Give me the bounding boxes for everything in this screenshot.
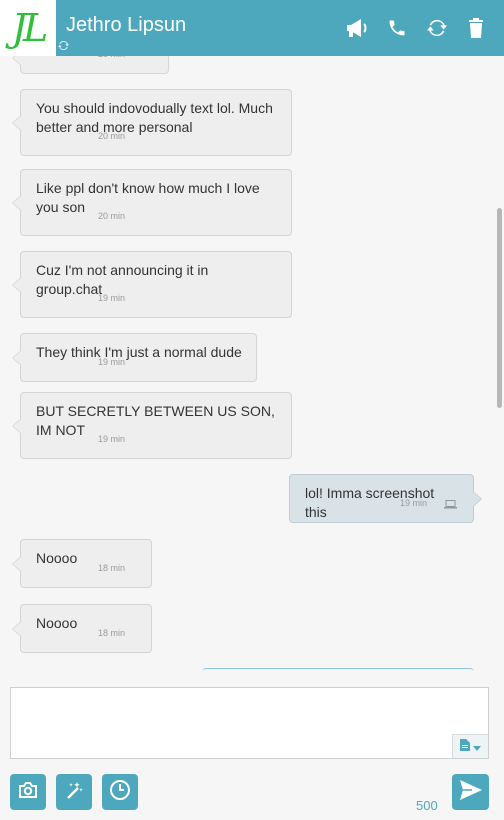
message-text: Like ppl don't know how much I love you …	[36, 180, 260, 215]
template-dropdown-button[interactable]	[452, 734, 488, 758]
message-time: 19 min	[399, 498, 427, 508]
refresh-small-icon[interactable]	[58, 40, 69, 54]
message-bubble[interactable]: Noooo 18 min	[12, 604, 152, 653]
message-time: 20 min	[98, 131, 126, 141]
message-text: BUT SECRETLY BETWEEN US SON, IM NOT	[36, 403, 275, 438]
phone-icon[interactable]	[383, 14, 411, 42]
send-icon	[459, 779, 482, 805]
message-time: 18 min	[98, 628, 126, 638]
message-bubble[interactable]: Cuz I'm not announcing it in group.chat …	[12, 251, 292, 318]
message-bubble[interactable]: Like ppl don't know how much I love you …	[12, 169, 292, 236]
compose-area: 500	[0, 670, 504, 820]
trash-icon[interactable]	[462, 14, 490, 42]
character-count: 500	[416, 798, 438, 813]
clock-icon	[109, 779, 131, 806]
message-bubble[interactable]: BUT SECRETLY BETWEEN US SON, IM NOT 19 m…	[12, 392, 292, 459]
schedule-button[interactable]	[102, 774, 138, 810]
message-text: Cuz I'm not announcing it in group.chat	[36, 262, 209, 297]
message-text: They think I'm just a normal dude	[36, 344, 242, 360]
message-thread[interactable]: 20 min You should indovodually text lol.…	[0, 56, 504, 670]
message-bubble[interactable]: You should indovodually text lol. Much b…	[12, 89, 292, 156]
message-bubble[interactable]: They think I'm just a normal dude 19 min	[12, 333, 257, 382]
message-bubble[interactable]: 20 min	[12, 56, 169, 74]
camera-icon	[18, 781, 38, 803]
avatar-initials: JL	[11, 6, 49, 50]
contact-name: Jethro Lipsun	[66, 14, 187, 36]
camera-button[interactable]	[10, 774, 46, 810]
message-time: 19 min	[98, 293, 126, 303]
avatar[interactable]: JL	[0, 0, 56, 56]
scrollbar[interactable]	[496, 56, 504, 670]
message-text: You should indovodually text lol. Much b…	[36, 100, 273, 135]
message-text: lol! Imma screenshot this	[305, 485, 435, 520]
message-time: 19 min	[98, 434, 126, 444]
send-button[interactable]	[452, 774, 489, 810]
magic-wand-button[interactable]	[56, 774, 92, 810]
message-time: 20 min	[98, 211, 126, 221]
message-bubble-outgoing[interactable]: lol! Imma screenshot this 19 min	[289, 474, 482, 523]
message-time: 18 min	[98, 563, 126, 573]
message-time: 19 min	[98, 357, 126, 367]
message-bubble[interactable]: Noooo 18 min	[12, 539, 152, 588]
message-time: 20 min	[98, 56, 125, 64]
scrollbar-thumb[interactable]	[497, 208, 502, 408]
chevron-down-icon	[473, 738, 481, 756]
laptop-icon	[444, 495, 457, 514]
document-icon	[460, 738, 470, 756]
megaphone-icon[interactable]	[343, 14, 371, 42]
refresh-icon[interactable]	[423, 14, 451, 42]
magic-wand-icon	[64, 780, 84, 805]
message-input[interactable]	[10, 687, 489, 759]
conversation-header: JL Jethro Lipsun	[0, 0, 504, 56]
